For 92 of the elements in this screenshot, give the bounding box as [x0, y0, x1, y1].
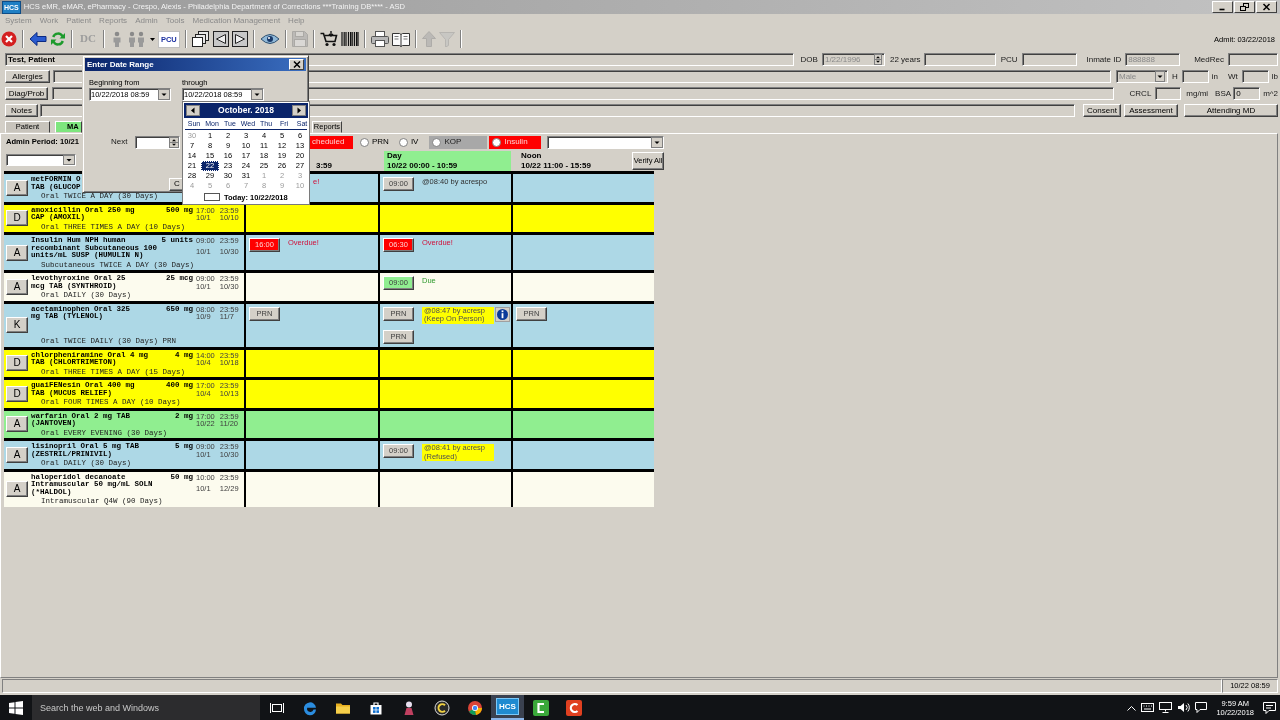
- field-label: m^2: [1263, 88, 1278, 99]
- push-button[interactable]: Diag/Prob: [5, 87, 48, 100]
- info-icon[interactable]: [495, 306, 510, 322]
- today-marker-icon: [204, 193, 220, 201]
- push-button[interactable]: Allergies: [5, 70, 50, 83]
- chevron-up-icon[interactable]: [1127, 704, 1137, 711]
- spinner-arrows-icon[interactable]: [169, 136, 180, 148]
- status-button[interactable]: A: [6, 278, 28, 295]
- search-field[interactable]: Search the web and Windows: [32, 695, 260, 720]
- status-button[interactable]: A: [6, 446, 28, 463]
- pcu-field[interactable]: [1021, 53, 1077, 66]
- status-button[interactable]: D: [6, 385, 28, 402]
- radio-icon[interactable]: [360, 137, 369, 147]
- period-range: 10/22 11:00 - 15:59: [521, 160, 591, 170]
- push-button[interactable]: Consent: [1083, 104, 1121, 117]
- field-label: CRCL: [1129, 88, 1152, 99]
- status-button[interactable]: A: [6, 416, 28, 433]
- push-button[interactable]: Attending MD: [1184, 104, 1278, 117]
- push-button[interactable]: Notes: [5, 104, 38, 117]
- field-label: Inmate ID: [1086, 54, 1122, 65]
- triangle-frame-icon[interactable]: [212, 31, 229, 47]
- radio-icon[interactable]: [432, 137, 442, 147]
- period-name: Day: [387, 151, 403, 161]
- chat-bubble-icon[interactable]: [1195, 702, 1208, 713]
- height-field[interactable]: [1181, 70, 1209, 83]
- circle-arc-icon: [433, 699, 450, 716]
- status-button[interactable]: A: [6, 481, 28, 497]
- next-month-icon[interactable]: [292, 105, 306, 116]
- caret-down-icon[interactable]: [149, 37, 155, 41]
- restore-icon: [1240, 3, 1249, 11]
- period-name: Noon: [521, 151, 543, 161]
- period-range: 3:59: [316, 160, 332, 170]
- browser-e-icon: [301, 699, 318, 716]
- stacked-cards-icon[interactable]: [191, 31, 210, 47]
- filter-radio[interactable]: KOP: [429, 135, 488, 149]
- field-label: MedRec: [1194, 54, 1224, 65]
- dialog-close-button[interactable]: [289, 59, 304, 70]
- network-icon[interactable]: [1159, 702, 1173, 713]
- eye-icon[interactable]: [259, 33, 280, 45]
- next-count-field[interactable]: [135, 135, 181, 149]
- radio-icon[interactable]: [398, 137, 408, 147]
- filter-radio[interactable]: IV: [395, 135, 422, 149]
- speaker-icon[interactable]: [1177, 702, 1191, 713]
- filter-dropdown[interactable]: [547, 135, 665, 149]
- restore-button[interactable]: [1234, 1, 1255, 13]
- spinner-arrows-icon[interactable]: [873, 54, 882, 65]
- close-button[interactable]: [1256, 1, 1277, 13]
- period-range: 10/22 00:00 - 10:59: [387, 160, 459, 170]
- barcode-icon[interactable]: [340, 31, 359, 47]
- back-arrow-icon[interactable]: [29, 31, 47, 47]
- triangle-frame-icon[interactable]: [231, 31, 248, 47]
- period-dropdown[interactable]: [6, 154, 76, 166]
- close-icon: [292, 61, 301, 68]
- notification-icon[interactable]: [1263, 701, 1276, 714]
- bsa-field[interactable]: 0: [1233, 87, 1261, 100]
- push-button[interactable]: Assessment: [1124, 104, 1178, 117]
- medrec-field[interactable]: [1228, 53, 1278, 66]
- close-icon: [1262, 3, 1271, 11]
- bracket-tile-icon: [532, 699, 549, 716]
- previous-month-icon[interactable]: [186, 105, 200, 116]
- arc-tile-icon: [565, 699, 582, 716]
- radio-icon[interactable]: [492, 137, 502, 147]
- field-label: mg/mi: [1186, 88, 1209, 99]
- app-logo-icon: HCS: [496, 698, 519, 715]
- keyboard-icon[interactable]: [1141, 703, 1155, 712]
- field-label: DOB: [800, 54, 818, 65]
- field-label: in: [1211, 71, 1218, 82]
- field-label: Wt: [1228, 71, 1238, 82]
- field-label: lb: [1271, 71, 1278, 82]
- cart-icon[interactable]: [319, 31, 338, 47]
- text-field[interactable]: [923, 53, 996, 66]
- field-label: Next: [111, 137, 128, 147]
- status-button[interactable]: D: [6, 210, 28, 227]
- field-label: BSA: [1215, 88, 1232, 99]
- field-label: PCU: [1000, 54, 1018, 65]
- status-button[interactable]: K: [6, 317, 28, 333]
- calendar-month: October. 2018: [218, 105, 274, 116]
- close-icon[interactable]: [1, 31, 17, 47]
- crcl-field[interactable]: [1155, 87, 1182, 100]
- status-button[interactable]: A: [6, 244, 28, 261]
- field-label: 22 years: [889, 54, 921, 65]
- windows-start-icon[interactable]: [9, 700, 23, 715]
- tricolor-circle-icon: [466, 699, 483, 716]
- minimize-button[interactable]: [1212, 1, 1233, 13]
- filter-radio[interactable]: PRN: [357, 135, 392, 149]
- status-button[interactable]: D: [6, 355, 28, 372]
- status-button[interactable]: A: [6, 179, 28, 196]
- printer-icon[interactable]: [370, 31, 389, 47]
- book-icon[interactable]: [391, 31, 410, 47]
- weight-field[interactable]: [1241, 70, 1269, 83]
- field-label: H: [1171, 71, 1178, 82]
- taskbar-button[interactable]: HCS: [491, 695, 524, 720]
